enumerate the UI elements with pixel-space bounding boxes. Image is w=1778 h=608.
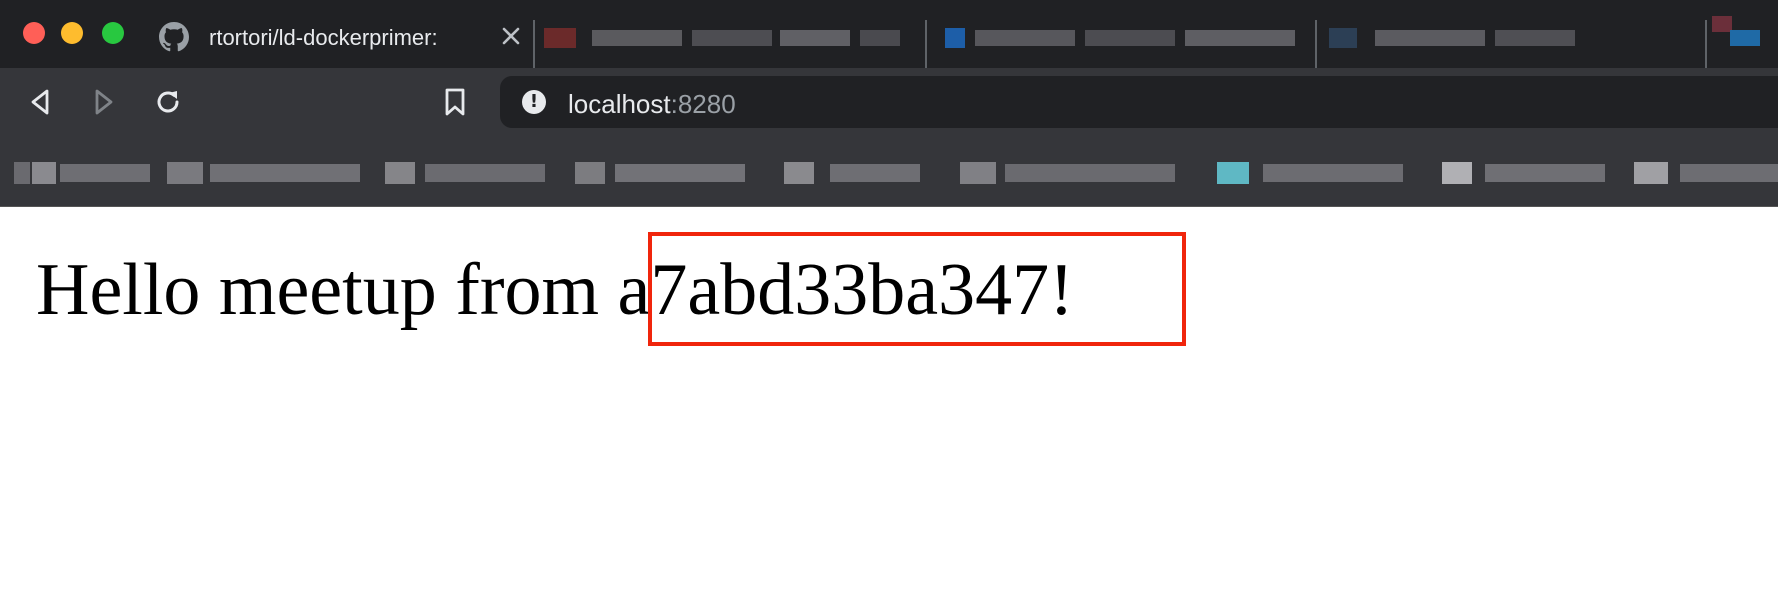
tab-blurred[interactable] [935,0,1315,68]
tab-divider [925,20,927,68]
bookmark-item[interactable] [780,144,930,200]
bookmark-item[interactable] [1630,144,1778,200]
back-arrow-icon [31,89,49,115]
tab-blurred[interactable] [1325,0,1705,68]
back-button[interactable] [22,84,58,120]
bookmarks-bar [0,136,1778,207]
close-icon[interactable] [499,24,523,48]
url-port: :8280 [670,89,736,119]
highlight-box [648,232,1186,346]
reload-button[interactable] [150,84,186,120]
info-icon[interactable]: ! [522,90,546,114]
reload-icon [157,91,179,113]
window-minimize-button[interactable] [61,22,83,44]
bookmark-button[interactable] [437,84,473,120]
url-text[interactable]: localhost:8280 [568,89,736,120]
tab-strip: rtortori/ld-dockerprimer: [0,0,1778,68]
bookmark-icon [445,88,465,116]
bookmark-item[interactable] [960,144,1190,200]
address-bar[interactable]: ! localhost:8280 [500,76,1778,128]
forward-arrow-icon [95,89,113,115]
bookmark-item[interactable] [10,144,160,200]
window-maximize-button[interactable] [102,22,124,44]
tab-blurred[interactable] [1710,0,1778,68]
github-icon [159,22,189,52]
tab-title: rtortori/ld-dockerprimer: [209,25,479,51]
bookmark-item[interactable] [165,144,375,200]
browser-toolbar: ! localhost:8280 [0,68,1778,136]
bookmark-item[interactable] [1215,144,1415,200]
bookmark-item[interactable] [1440,144,1620,200]
bookmark-item[interactable] [385,144,555,200]
tab-active[interactable]: rtortori/ld-dockerprimer: [143,0,533,68]
forward-button[interactable] [86,84,122,120]
tab-divider [1315,20,1317,68]
tab-divider [533,20,535,68]
bookmark-item[interactable] [575,144,755,200]
page-content: Hello meetup from a7abd33ba347! [0,207,1778,608]
window-close-button[interactable] [23,22,45,44]
tab-blurred[interactable] [540,0,925,68]
tab-divider [1705,20,1707,68]
url-host: localhost [568,89,671,119]
